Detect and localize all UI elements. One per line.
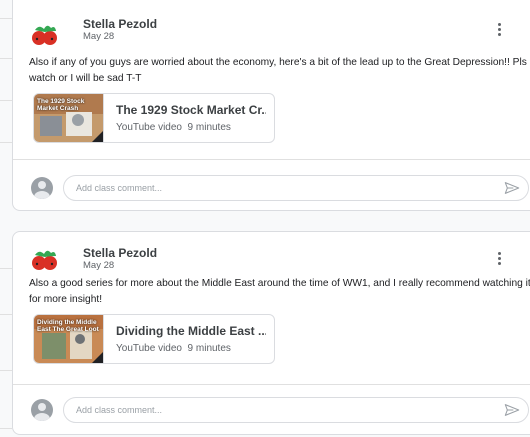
attachment-title[interactable]: Dividing the Middle East ...	[116, 324, 266, 338]
divider	[13, 384, 530, 385]
comment-box[interactable]	[63, 175, 529, 201]
post-date: May 28	[83, 31, 115, 42]
send-icon[interactable]	[504, 403, 520, 417]
divider	[13, 159, 530, 160]
tomato-avatar-icon[interactable]	[29, 244, 61, 276]
comment-input[interactable]	[76, 181, 476, 195]
thumbnail-caption: The 1929 Stock Market Crash	[37, 98, 85, 112]
attachment-meta: YouTube video 9 minutes	[116, 343, 231, 354]
video-attachment[interactable]: The 1929 Stock Market Crash The 1929 Sto…	[33, 93, 275, 143]
post-text: Also a good series for more about the Mi…	[29, 278, 530, 305]
attachment-duration: 9 minutes	[187, 343, 231, 354]
tomato-avatar-icon[interactable]	[29, 19, 61, 51]
stream-post: Stella Pezold May 28 Also a good series …	[12, 231, 530, 435]
attachment-title[interactable]: The 1929 Stock Market Cr...	[116, 103, 266, 117]
video-attachment[interactable]: Dividing the Middle East The Great Loot …	[33, 314, 275, 364]
comment-box[interactable]	[63, 397, 529, 423]
account-circle-icon	[31, 399, 53, 421]
stream-post: Stella Pezold May 28 Also if any of you …	[12, 0, 530, 211]
more-vert-icon[interactable]	[493, 21, 505, 41]
post-author[interactable]: Stella Pezold	[83, 246, 157, 260]
attachment-type: YouTube video	[116, 343, 182, 354]
post-author[interactable]: Stella Pezold	[83, 17, 157, 31]
video-thumbnail: Dividing the Middle East The Great Loot	[34, 315, 104, 363]
attachment-meta: YouTube video 9 minutes	[116, 122, 231, 133]
send-icon[interactable]	[504, 181, 520, 195]
thumbnail-caption: Dividing the Middle East The Great Loot	[37, 319, 99, 333]
account-circle-icon	[31, 177, 53, 199]
video-thumbnail: The 1929 Stock Market Crash	[34, 94, 104, 142]
attachment-type: YouTube video	[116, 122, 182, 133]
comment-input[interactable]	[76, 403, 476, 417]
post-text: Also if any of you guys are worried abou…	[29, 57, 527, 84]
post-date: May 28	[83, 260, 115, 271]
attachment-duration: 9 minutes	[187, 122, 231, 133]
more-vert-icon[interactable]	[493, 250, 505, 270]
left-gutter	[0, 0, 12, 437]
